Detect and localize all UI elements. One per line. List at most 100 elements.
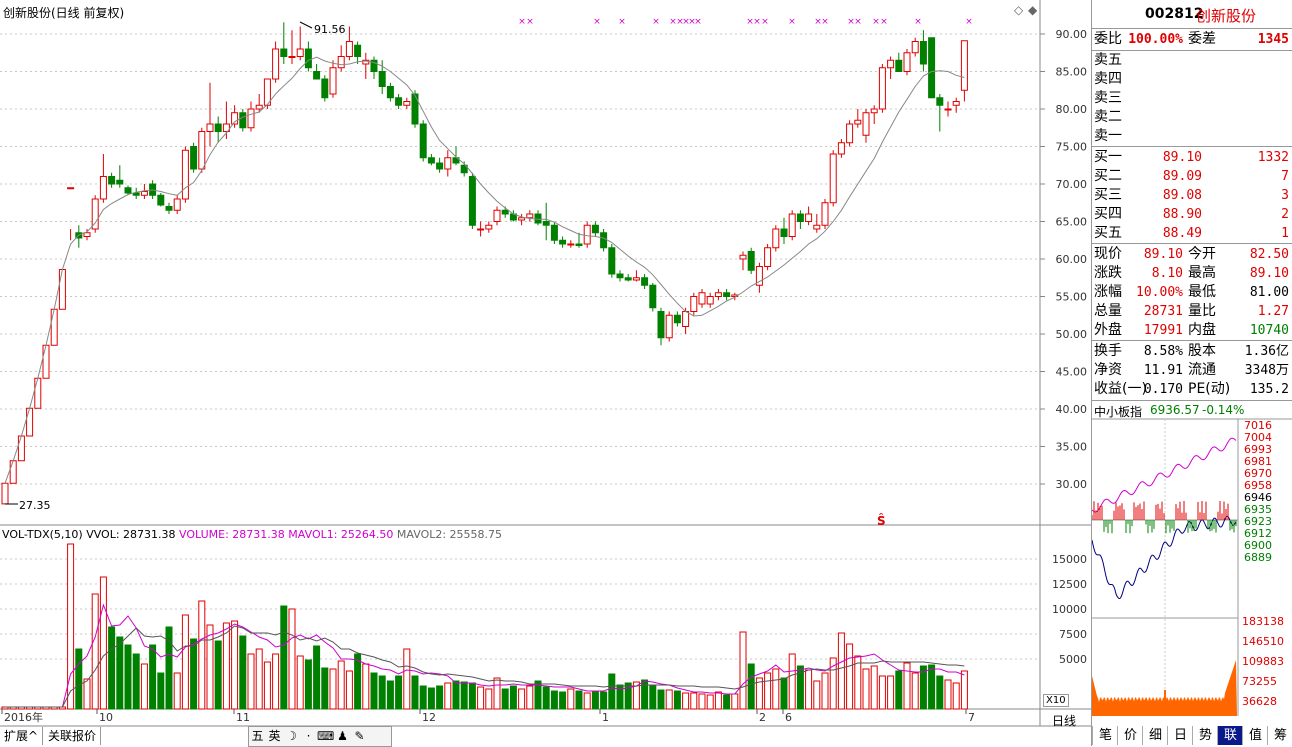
- volume-bar: [255, 648, 263, 710]
- candle: [665, 311, 673, 342]
- volume-bar: [206, 624, 214, 710]
- volume-bar: [518, 688, 526, 710]
- signal-marker: ×: [965, 17, 973, 27]
- volume-bar: [714, 691, 722, 710]
- candle: [83, 229, 91, 241]
- candle: [427, 154, 435, 166]
- volume-bar: [624, 682, 632, 710]
- volume-bar: [403, 648, 411, 710]
- volume-bar: [747, 663, 755, 710]
- candle: [616, 270, 624, 282]
- candle: [280, 22, 288, 64]
- volume-bar: [386, 680, 394, 710]
- volume-bar: [263, 661, 271, 710]
- volume-bar: [911, 672, 919, 710]
- ime-lang-icon[interactable]: 英: [266, 727, 283, 746]
- candle: [99, 154, 107, 203]
- candle: [928, 37, 936, 99]
- candle: [714, 289, 722, 301]
- volume-bar: [509, 685, 517, 710]
- kline-chart[interactable]: 90.00 85.00 80.00 75.00 70.00 65.00 60.00 55.00…: [0, 0, 1091, 746]
- candle: [887, 56, 895, 79]
- ime-punct-icon[interactable]: ·: [300, 727, 317, 746]
- signal-marker: ×: [854, 17, 862, 27]
- candle: [313, 64, 321, 80]
- tab-detail[interactable]: 细: [1142, 726, 1168, 745]
- volume-bar: [345, 670, 353, 710]
- volume-bar: [862, 668, 870, 710]
- chart-title: 创新股份(日线 前复权): [3, 6, 125, 20]
- volume-bar: [124, 644, 132, 710]
- tab-value[interactable]: 值: [1242, 726, 1268, 745]
- volume-bar: [723, 694, 731, 710]
- index-mini-chart[interactable]: 7016700469936981697069586946693569236912…: [1092, 0, 1292, 726]
- volume-bar: [231, 620, 239, 710]
- candle: [542, 202, 550, 241]
- ime-moon-icon[interactable]: ☽: [283, 727, 300, 746]
- price-axis-label: 30.00: [1056, 478, 1088, 491]
- tab-price[interactable]: 价: [1117, 726, 1143, 745]
- candle: [304, 41, 312, 72]
- candle: [698, 289, 706, 308]
- volume-bar: [214, 640, 222, 710]
- volume-bar: [296, 655, 304, 710]
- vol-axis-label: 10000: [1052, 603, 1087, 616]
- signal-marker: ×: [761, 17, 769, 27]
- related-quote-tab[interactable]: 关联报价: [44, 727, 102, 745]
- price-ma-line: [4, 56, 965, 484]
- date-axis-label: 11: [236, 711, 250, 724]
- candle: [17, 435, 25, 462]
- volume-bar: [321, 667, 329, 710]
- ime-tool-icon[interactable]: ✎: [351, 727, 368, 746]
- extend-tab[interactable]: 扩展^: [0, 727, 44, 745]
- candle: [91, 195, 99, 233]
- tab-daily[interactable]: 日: [1167, 726, 1193, 745]
- candle: [870, 105, 878, 124]
- candle: [534, 210, 542, 226]
- ime-keyboard-icon[interactable]: ⌨: [317, 727, 334, 746]
- volume-bar: [608, 673, 616, 710]
- tab-ticks[interactable]: 笔: [1092, 726, 1118, 745]
- volume-bar: [772, 668, 780, 710]
- candle: [67, 187, 75, 241]
- diamond-small-icon[interactable]: ◆: [1028, 3, 1037, 17]
- candle: [403, 97, 411, 109]
- ime-user-icon[interactable]: ♟: [334, 727, 351, 746]
- volume-bar: [272, 653, 280, 710]
- candle: [903, 49, 911, 76]
- volume-bar: [427, 687, 435, 710]
- volume-bar: [354, 653, 362, 710]
- volume-bar: [501, 688, 509, 710]
- volume-bar: [239, 635, 247, 710]
- mini-vol-label: 73255: [1242, 675, 1277, 688]
- candle: [485, 221, 493, 233]
- volume-bar: [846, 643, 854, 710]
- candle: [444, 150, 452, 177]
- volume-bar: [378, 675, 386, 710]
- candle: [821, 199, 829, 229]
- ime-mode-icon[interactable]: 五: [249, 727, 266, 746]
- period-label[interactable]: 日线: [1052, 712, 1076, 729]
- diamond-icon[interactable]: ◇: [1014, 3, 1023, 17]
- candle: [436, 157, 444, 173]
- date-axis-label: 7: [968, 711, 975, 724]
- tab-chips[interactable]: 筹: [1267, 726, 1292, 745]
- tab-trend[interactable]: 势: [1192, 726, 1218, 745]
- signal-marker: ×: [753, 17, 761, 27]
- volume-bar: [411, 675, 419, 710]
- candle: [600, 229, 608, 252]
- volume-bar: [75, 648, 83, 710]
- volume-bar: [739, 631, 747, 710]
- candle: [960, 40, 968, 102]
- volume-bar: [313, 645, 321, 710]
- price-axis-label: 70.00: [1056, 178, 1088, 191]
- date-axis-label: 1: [602, 711, 609, 724]
- volume-bar: [304, 659, 312, 710]
- candle: [468, 172, 476, 229]
- candle: [173, 195, 181, 214]
- tab-linked[interactable]: 联: [1217, 726, 1243, 745]
- volume-bar: [222, 622, 230, 710]
- signal-marker: ×: [914, 17, 922, 27]
- volume-bar: [936, 675, 944, 710]
- vol-axis-label: 15000: [1052, 553, 1087, 566]
